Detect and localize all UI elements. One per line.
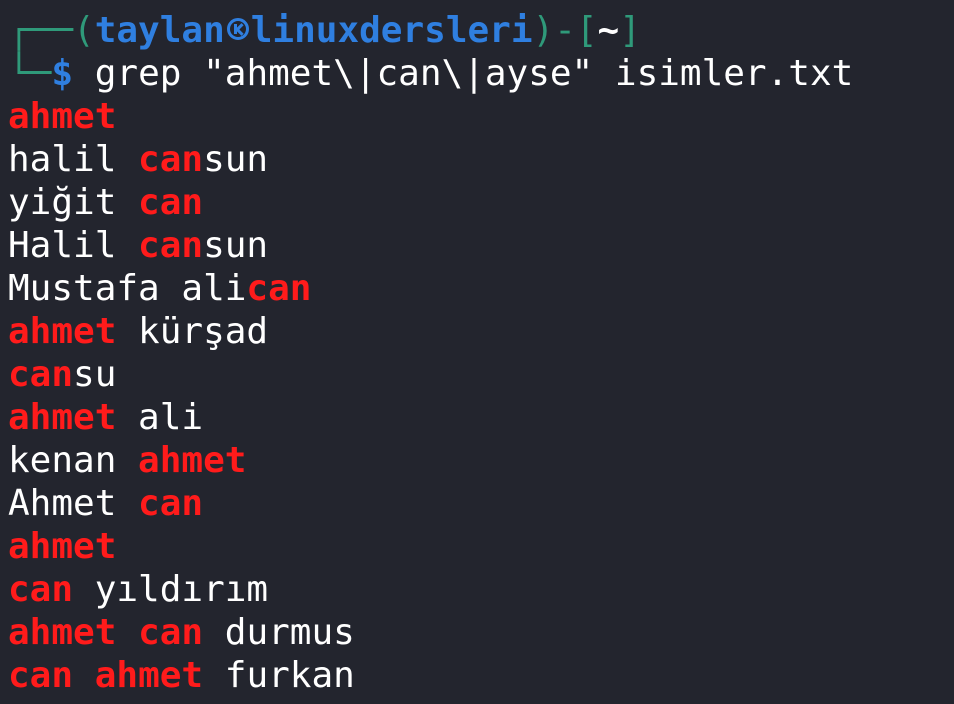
match-highlight: can <box>8 655 74 696</box>
output-line: cansu <box>0 353 954 396</box>
match-highlight: ahmet <box>94 655 204 696</box>
output-text: halil <box>8 139 139 180</box>
output-line: ahmet can durmus <box>0 611 954 654</box>
match-highlight: ahmet <box>8 526 117 567</box>
kali-logo-icon <box>226 18 249 40</box>
output-line: can yıldırım <box>0 568 954 611</box>
prompt-frame-top: ┌──( <box>8 10 95 51</box>
output-text: sun <box>203 225 269 266</box>
output-line: halil cansun <box>0 138 954 181</box>
match-highlight: can <box>246 268 312 309</box>
prompt-hostname: linuxdersleri <box>250 10 533 51</box>
match-highlight: can <box>138 612 204 653</box>
match-highlight: can <box>138 483 204 524</box>
terminal-window[interactable]: ┌──(taylan linuxdersleri)-[~] └─$ grep "a… <box>0 0 954 704</box>
output-line: ahmet <box>0 95 954 138</box>
prompt-frame-mid: )-[ <box>532 10 598 51</box>
output-line: Mustafa alican <box>0 267 954 310</box>
output-text: Ahmet <box>8 483 139 524</box>
output-text: ali <box>116 397 204 438</box>
output-text: kenan <box>8 440 139 481</box>
output-line: ahmet ali <box>0 396 954 439</box>
match-highlight: can <box>138 139 204 180</box>
command-text[interactable]: grep "ahmet\|can\|ayse" isimler.txt <box>73 53 854 94</box>
output-line: can ahmet furkan <box>0 654 954 697</box>
match-highlight: ahmet <box>138 440 247 481</box>
prompt-directory: ~ <box>597 10 620 51</box>
output-line: ahmet kürşad <box>0 310 954 353</box>
match-highlight: ahmet <box>8 96 117 137</box>
output-text: su <box>73 354 117 395</box>
output-line: Ahmet can <box>0 482 954 525</box>
output-text: yiğit <box>8 182 139 223</box>
output-text: sun <box>203 139 269 180</box>
match-highlight: ahmet <box>8 612 117 653</box>
output-text: Mustafa ali <box>8 268 247 309</box>
output-text: furkan <box>203 655 355 696</box>
prompt-frame-bottom: └─ <box>8 53 52 94</box>
output-text: kürşad <box>116 311 269 352</box>
prompt-dollar-sign: $ <box>51 53 74 94</box>
match-highlight: ahmet <box>8 397 117 438</box>
match-highlight: can <box>8 569 74 610</box>
match-highlight: ahmet <box>8 311 117 352</box>
match-highlight: can <box>138 182 204 223</box>
output-text: durmus <box>203 612 355 653</box>
prompt-username: taylan <box>94 10 225 51</box>
match-highlight: can <box>8 354 74 395</box>
command-output: ahmet halil cansun yiğit can Halil cansun Mu… <box>0 95 954 697</box>
output-line: kenan ahmet <box>0 439 954 482</box>
prompt-frame-end: ] <box>619 10 641 51</box>
match-highlight: can <box>138 225 204 266</box>
prompt-header-line: ┌──(taylan linuxdersleri)-[~] <box>0 9 954 52</box>
output-text: yıldırım <box>73 569 269 610</box>
output-line: Halil cansun <box>0 224 954 267</box>
output-line: ahmet <box>0 525 954 568</box>
output-text: Halil <box>8 225 139 266</box>
command-line[interactable]: └─$ grep "ahmet\|can\|ayse" isimler.txt <box>0 52 954 95</box>
output-line: yiğit can <box>0 181 954 224</box>
